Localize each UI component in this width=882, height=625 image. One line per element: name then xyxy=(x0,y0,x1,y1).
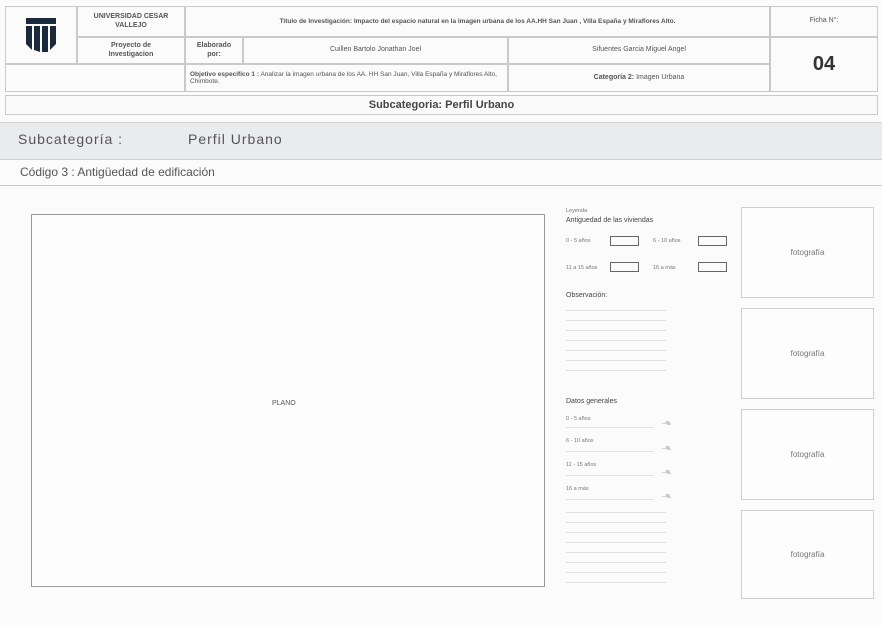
category-value: Imagen Urbana xyxy=(634,73,685,81)
category-label: Categoría 2: xyxy=(593,73,635,81)
code-title: Código 3 : Antigüedad de edificación xyxy=(20,165,215,179)
photo-placeholder-4: fotografía xyxy=(741,510,874,599)
data-row-label: 0 - 5 años xyxy=(566,416,591,422)
category-cell: Categoría 2: Imagen Urbana xyxy=(508,64,770,92)
observation-label: Observación: xyxy=(566,292,608,299)
general-data-label: Datos generales xyxy=(566,398,617,405)
legend-subtitle: Antiguedad de las viviendas xyxy=(566,217,654,224)
subcategory-label: Subcategoría : xyxy=(18,131,124,147)
photo-placeholder-3: fotografía xyxy=(741,409,874,500)
photo-placeholder-1: fotografía xyxy=(741,207,874,298)
subcategory-strip xyxy=(0,122,882,160)
data-row-label: 6 - 10 años xyxy=(566,438,594,444)
author-1: Cuillen Bartolo Jonathan Joel xyxy=(243,37,508,64)
subcategory-value: Perfil Urbano xyxy=(188,131,283,147)
legend-item-0-5: 0 - 5 años xyxy=(566,238,591,244)
objective-cell: Objetivo específico 1 : Analizar la imag… xyxy=(185,64,508,92)
ficha-label: Ficha N°: xyxy=(770,6,878,37)
data-row-percent: --% xyxy=(662,421,671,427)
legend-swatch-16 xyxy=(698,262,727,272)
legend-item-16: 16 a más xyxy=(653,265,676,271)
data-notes-lines xyxy=(566,512,666,583)
subcategory-banner: Subcategoria: Perfil Urbano xyxy=(5,95,878,115)
elaborado-label: Elaborado por: xyxy=(185,37,243,64)
plan-label: PLANO xyxy=(272,400,296,407)
legend-item-11-15: 11 a 15 años xyxy=(566,265,598,271)
legend-item-6-10: 6 - 10 años xyxy=(653,238,681,244)
data-row-percent: --% xyxy=(662,470,671,476)
objective-label: Objetivo específico 1 : xyxy=(190,70,259,78)
data-row-percent: --% xyxy=(662,446,671,452)
legend-swatch-0-5 xyxy=(610,236,639,246)
data-row-percent: --% xyxy=(662,494,671,500)
empty-cell xyxy=(5,64,185,92)
ficha-number: 04 xyxy=(770,37,878,92)
data-row-line xyxy=(566,427,654,428)
divider xyxy=(0,185,882,186)
data-row-line xyxy=(566,499,654,500)
data-row-label: 11 - 15 años xyxy=(566,462,597,468)
data-row-line xyxy=(566,475,654,476)
data-row-label: 16 a más xyxy=(566,486,589,492)
photo-placeholder-2: fotografía xyxy=(741,308,874,399)
legend-swatch-6-10 xyxy=(698,236,727,246)
legend-swatch-11-15 xyxy=(610,262,639,272)
research-title: Titulo de Investigación: Impacto del esp… xyxy=(185,6,770,37)
logo-icon xyxy=(26,18,56,52)
author-2: Sifuentes Garcia Miguel Angel xyxy=(508,37,770,64)
university-name: UNIVERSIDAD CESAR VALLEJO xyxy=(77,6,185,37)
data-row-line xyxy=(566,451,654,452)
project-label: Proyecto de Investigacion xyxy=(77,37,185,64)
university-logo xyxy=(5,6,77,64)
observation-lines xyxy=(566,310,666,371)
legend-title: Leyenda xyxy=(566,208,588,214)
